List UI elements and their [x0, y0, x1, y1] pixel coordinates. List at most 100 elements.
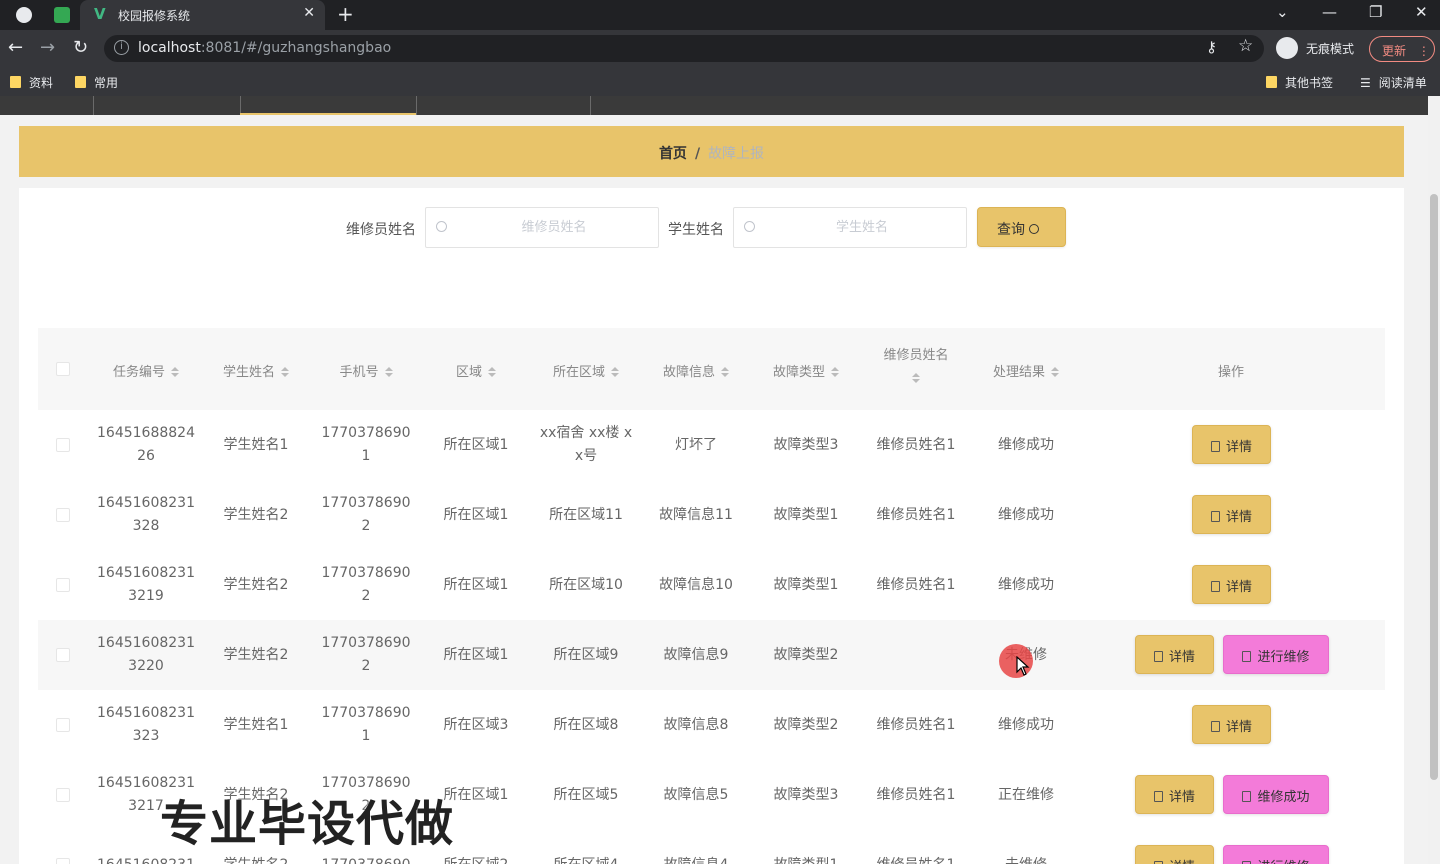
cell-area: 所在区域1 [443, 576, 509, 593]
cell-phone: 1770378690 1 [321, 705, 411, 744]
row-checkbox[interactable] [56, 438, 70, 452]
table-row[interactable]: 16451608231 3220 学生姓名2 1770378690 2 所在区域1 所在区域… [38, 620, 1385, 690]
column-header-task-id[interactable]: 任务编号 [91, 328, 201, 410]
bookmark-star-icon[interactable]: ☆ [1238, 36, 1253, 56]
restore-icon[interactable]: ❐ [1369, 3, 1382, 21]
column-header-student-name[interactable]: 学生姓名 [201, 328, 311, 410]
tab-close-icon[interactable]: ✕ [303, 5, 315, 21]
query-button[interactable]: 查询 [977, 207, 1066, 247]
cell-fault-info: 故障信息5 [663, 786, 729, 803]
bookmark-folder-changyong[interactable]: 常用 [75, 74, 118, 91]
row-checkbox[interactable] [56, 508, 70, 522]
site-info-icon[interactable]: i [114, 40, 129, 55]
cell-location: 所在区域11 [549, 506, 623, 523]
cell-fault-info: 故障信息11 [659, 506, 733, 523]
repair-success-button[interactable]: 维修成功 [1223, 775, 1329, 814]
sort-icon[interactable] [611, 367, 619, 377]
bookmark-folder-ziliao[interactable]: 资料 [10, 74, 53, 91]
cell-fault-type: 故障类型2 [773, 716, 839, 733]
cell-area: 所在区域3 [443, 716, 509, 733]
breadcrumb-current: 故障上报 [708, 146, 765, 162]
minimize-icon[interactable]: — [1322, 3, 1337, 21]
repairer-name-input[interactable] [454, 208, 654, 247]
search-icon [436, 221, 447, 232]
repairer-name-label: 维修员姓名 [346, 222, 416, 238]
start-repair-button[interactable]: 进行维修 [1223, 845, 1329, 864]
column-header-fault-info[interactable]: 故障信息 [641, 328, 751, 410]
cell-result: 维修成功 [998, 716, 1054, 733]
trash-icon [1242, 791, 1252, 802]
cell-area: 所在区域1 [443, 506, 509, 523]
table-row[interactable]: 16451688824 26 学生姓名1 1770378690 1 所在区域1 xx宿舍 x… [38, 410, 1385, 480]
cell-repairer-name: 维修员姓名1 [861, 830, 971, 864]
omnibox[interactable]: i localhost:8081/#/guzhangshangbao [104, 35, 1264, 62]
repairer-name-field[interactable] [425, 207, 659, 248]
start-repair-button[interactable]: 进行维修 [1223, 635, 1329, 674]
breadcrumb-home[interactable]: 首页 [659, 146, 687, 162]
forward-icon[interactable]: → [40, 37, 55, 58]
table-row[interactable]: 16451608231 328 学生姓名2 1770378690 2 所在区域1 所在区域1… [38, 480, 1385, 550]
student-name-field[interactable] [733, 207, 967, 248]
tab-search-icon[interactable]: ⌄ [1276, 3, 1289, 21]
cell-result: 未维修 [971, 830, 1081, 864]
sort-icon[interactable] [831, 367, 839, 377]
cell-student-name: 学生姓名2 [223, 506, 289, 523]
browser-tab-active[interactable]: V 校园报修系统 ✕ [80, 0, 325, 30]
table-row[interactable]: 16451608231 3219 学生姓名2 1770378690 2 所在区域1 所在区域… [38, 550, 1385, 620]
column-header-result[interactable]: 处理结果 [971, 328, 1081, 410]
column-header-fault-type[interactable]: 故障类型 [751, 328, 861, 410]
window-close-icon[interactable]: ✕ [1415, 3, 1428, 21]
detail-button[interactable]: 详情 [1135, 845, 1214, 864]
watermark-text: 专业毕设代做 [160, 796, 455, 852]
sort-icon[interactable] [912, 373, 920, 383]
detail-button[interactable]: 详情 [1192, 425, 1271, 464]
row-checkbox[interactable] [56, 788, 70, 802]
student-name-input[interactable] [762, 208, 962, 247]
address-bar-area: ← → ↻ i localhost:8081/#/guzhangshangbao [0, 30, 1440, 67]
column-header-phone[interactable]: 手机号 [311, 328, 421, 410]
sort-icon[interactable] [384, 367, 393, 377]
column-header-repairer-name[interactable]: 维修员姓名 [861, 328, 971, 410]
sort-icon[interactable] [171, 367, 179, 377]
detail-button[interactable]: 详情 [1192, 495, 1271, 534]
new-tab-icon[interactable]: + [337, 2, 354, 26]
tab-title: 校园报修系统 [118, 9, 191, 23]
cell-location: xx宿舍 xx楼 x x号 [539, 425, 633, 464]
sort-icon[interactable] [281, 367, 289, 377]
pinned-tab-icon[interactable] [54, 7, 70, 23]
detail-button[interactable]: 详情 [1192, 705, 1271, 744]
folder-icon [10, 76, 21, 88]
reload-icon[interactable]: ↻ [73, 37, 88, 58]
cell-repairer-name [861, 620, 971, 690]
cell-student-name: 学生姓名2 [223, 576, 289, 593]
cell-location: 所在区域9 [553, 646, 619, 663]
row-checkbox[interactable] [56, 578, 70, 592]
detail-button[interactable]: 详情 [1192, 565, 1271, 604]
page-scrollbar[interactable] [1428, 96, 1440, 864]
sort-icon[interactable] [721, 367, 729, 377]
scrollbar-thumb[interactable] [1430, 194, 1438, 780]
sort-icon[interactable] [1051, 367, 1059, 377]
row-checkbox[interactable] [56, 648, 70, 662]
browser-menu-icon[interactable] [16, 7, 32, 23]
incognito-label: 无痕模式 [1306, 42, 1355, 56]
column-header-area[interactable]: 区域 [421, 328, 531, 410]
row-checkbox[interactable] [56, 718, 70, 732]
table-row[interactable]: 16451608231 323 学生姓名1 1770378690 1 所在区域3 所在区域8… [38, 690, 1385, 760]
select-all-checkbox[interactable] [56, 362, 70, 376]
back-icon[interactable]: ← [8, 37, 23, 58]
nav-item-active[interactable] [240, 96, 416, 115]
row-checkbox[interactable] [56, 858, 70, 864]
column-header-location[interactable]: 所在区域 [531, 328, 641, 410]
reading-list[interactable]: ☰ 阅读清单 [1360, 74, 1427, 91]
password-key-icon[interactable]: ⚷ [1206, 38, 1217, 56]
detail-button[interactable]: 详情 [1135, 775, 1214, 814]
top-navigation [0, 96, 1428, 115]
cell-fault-info: 故障信息9 [663, 646, 729, 663]
sort-icon[interactable] [488, 367, 496, 377]
update-button[interactable]: 更新 ⋮ [1369, 36, 1435, 62]
detail-button[interactable]: 详情 [1135, 635, 1214, 674]
cell-task-id: 16451608231 328 [97, 495, 195, 534]
other-bookmarks[interactable]: 其他书签 [1266, 74, 1333, 91]
cell-student-name: 学生姓名1 [223, 436, 289, 453]
